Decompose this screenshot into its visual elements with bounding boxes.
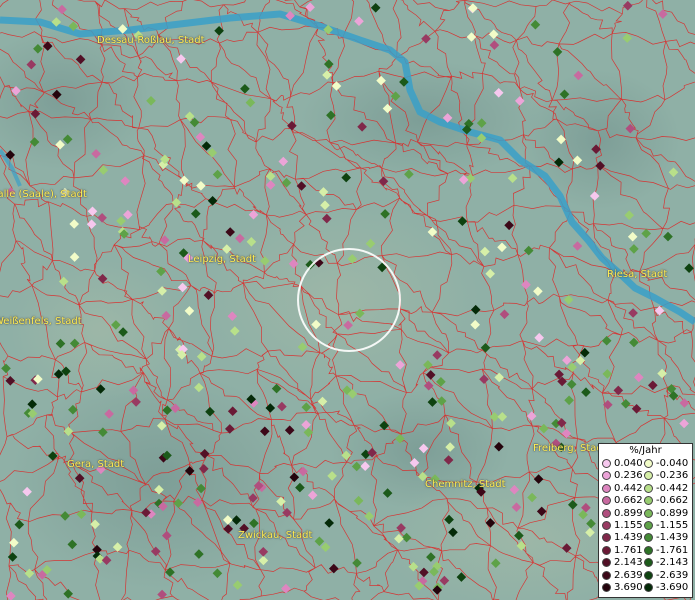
legend-swatch-icon [644,508,653,518]
legend-entry-positive-2: 0.442 [602,483,643,494]
legend-value: 1.761 [614,544,643,556]
legend-swatch-icon [644,545,653,555]
legend-swatch-icon [644,558,653,568]
legend-entry-positive-3: 0.662 [602,495,643,506]
legend-entry-negative-4: -0.899 [644,508,688,519]
legend-value: -0.899 [656,507,689,519]
city-label-freiberg: Freiberg, Stadt [533,443,607,454]
city-label-dessau: Dessau-Roßlau, Stadt [97,35,205,46]
legend-value: -3.690 [656,582,689,593]
legend-swatch-icon [602,521,611,530]
legend-value: -0.236 [656,470,689,482]
legend-swatch-icon [602,533,611,543]
legend-swatch-icon [644,471,653,481]
legend-entry-negative-3: -0.662 [644,495,688,506]
legend-swatch-icon [644,570,653,580]
legend-swatch-icon [644,459,653,468]
legend-value: 0.662 [614,495,643,507]
legend-swatch-icon [602,545,611,555]
legend-value: -0.662 [656,495,689,507]
legend-swatch-icon [644,583,653,592]
legend-entry-positive-8: 2.143 [602,557,643,568]
legend-entry-negative-8: -2.143 [644,557,688,568]
legend-swatch-icon [602,570,611,580]
legend: %/Jahr 0.040 0.236 0.442 0.662 0.899 1.155 1.4… [598,443,693,598]
legend-swatch-icon [644,483,653,493]
city-label-gera: Gera, Stadt [67,459,125,470]
city-label-halle: Halle (Saale), Stadt [0,189,87,200]
legend-value: -2.143 [656,557,689,569]
legend-value: -1.155 [656,520,689,531]
legend-value: 0.040 [614,458,643,469]
legend-value: 1.155 [614,520,643,531]
map-canvas[interactable] [0,0,695,600]
legend-entry-negative-5: -1.155 [644,520,688,531]
legend-entry-negative-9: -2.639 [644,570,688,581]
legend-value: -1.439 [656,532,689,544]
legend-value: -0.040 [656,458,689,469]
legend-entry-positive-9: 2.639 [602,570,643,581]
legend-value: 2.143 [614,557,643,569]
legend-swatch-icon [602,558,611,568]
city-label-zwickau: Zwickau, Stadt [238,530,313,541]
legend-swatch-icon [602,483,611,493]
legend-title: %/Jahr [629,445,662,456]
legend-entry-negative-1: -0.236 [644,470,688,481]
legend-entry-positive-1: 0.236 [602,470,643,481]
legend-value: 2.639 [614,569,643,581]
legend-value: 0.899 [614,507,643,519]
legend-swatch-icon [602,471,611,481]
legend-entry-positive-6: 1.439 [602,532,643,543]
legend-swatch-icon [602,496,611,506]
legend-value: -2.639 [656,569,689,581]
legend-swatch-icon [644,533,653,543]
legend-value: -1.761 [656,544,689,556]
legend-entry-positive-7: 1.761 [602,545,643,556]
legend-value: -0.442 [656,482,689,494]
legend-value: 0.442 [614,482,643,494]
city-label-weissenfels: Weißenfels, Stadt [0,316,82,327]
legend-entry-negative-0: -0.040 [644,458,688,469]
legend-value: 0.236 [614,470,643,482]
legend-entry-negative-6: -1.439 [644,532,688,543]
legend-value: 3.690 [614,582,643,593]
city-label-leipzig: Leipzig, Stadt [188,254,257,265]
legend-entry-positive-10: 3.690 [602,582,643,593]
legend-entry-negative-10: -3.690 [644,582,688,593]
legend-swatch-icon [644,521,653,530]
legend-swatch-icon [602,508,611,518]
legend-entry-positive-0: 0.040 [602,458,643,469]
legend-entry-negative-7: -1.761 [644,545,688,556]
legend-entry-positive-5: 1.155 [602,520,643,531]
city-label-riesa: Riesa, Stadt [607,269,668,280]
legend-value: 1.439 [614,532,643,544]
legend-swatch-icon [602,583,611,592]
legend-swatch-icon [644,496,653,506]
legend-entry-positive-4: 0.899 [602,508,643,519]
legend-swatch-icon [602,459,611,468]
city-label-chemnitz: Chemnitz, Stadt [425,479,506,490]
legend-entry-negative-2: -0.442 [644,483,688,494]
